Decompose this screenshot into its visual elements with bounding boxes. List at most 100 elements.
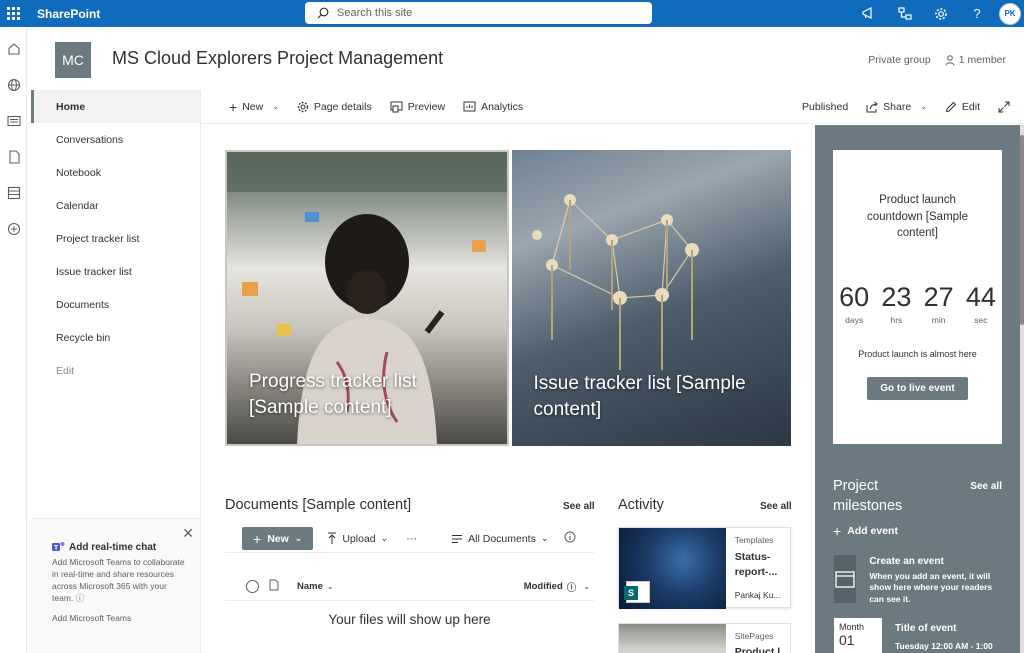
activity-title: Activity	[618, 497, 664, 513]
countdown-minutes: 27 min	[923, 282, 954, 326]
plus-icon: +	[833, 523, 842, 539]
chevron-down-icon: ⌄	[583, 582, 590, 591]
pencil-icon	[945, 101, 957, 112]
nav-item-calendar[interactable]: Calendar	[31, 189, 200, 222]
brand-link[interactable]: SharePoint	[37, 7, 100, 21]
network-icon[interactable]	[887, 0, 923, 27]
analytics-button[interactable]: Analytics	[454, 101, 532, 113]
site-meta: Private group 1 member	[868, 54, 1006, 66]
activity-author: Pankaj Ku...	[734, 590, 781, 601]
scroll-thumb[interactable]	[1020, 135, 1024, 325]
upload-icon	[328, 532, 337, 544]
teams-chat-card: ✕ T Add real-time chat Add Microsoft Tea…	[31, 518, 200, 653]
gear-icon[interactable]	[923, 0, 959, 27]
event-time: Tuesday 12:00 AM - 1:00	[895, 641, 993, 651]
nav-item-issue-tracker[interactable]: Issue tracker list	[31, 255, 200, 288]
gear-icon	[297, 101, 309, 112]
column-modified[interactable]: Modified ⓘ ⌄	[524, 580, 590, 594]
help-icon[interactable]: ?	[959, 0, 995, 27]
share-button[interactable]: Share ⌄	[857, 101, 936, 113]
user-avatar[interactable]: PK	[999, 2, 1021, 25]
calendar-icon	[834, 555, 857, 603]
more-options-button[interactable]: ···	[406, 533, 417, 545]
info-icon[interactable]: ⓘ	[76, 593, 85, 603]
nav-item-home[interactable]: Home	[31, 90, 200, 123]
new-menu-button[interactable]: + New ⌄	[201, 99, 288, 115]
megaphone-icon[interactable]	[851, 0, 887, 27]
column-name[interactable]: Name ⌄	[297, 581, 334, 592]
nav-item-project-tracker[interactable]: Project tracker list	[31, 222, 200, 255]
chat-card-body: Add Microsoft Teams to collaborate in re…	[52, 557, 185, 603]
milestones-title: Project milestones	[833, 478, 903, 515]
page-scrollbar[interactable]	[1020, 125, 1024, 653]
status-label: Published	[802, 100, 849, 113]
sharepoint-file-icon: S	[624, 581, 650, 603]
activity-name: Status-report-...	[734, 551, 778, 579]
hero-tile-issue[interactable]: Issue tracker list [Sample content]	[511, 150, 791, 446]
add-teams-link[interactable]: Add Microsoft Teams	[52, 613, 190, 623]
chevron-down-icon: ⌄	[540, 533, 549, 543]
hero-tile-title: Issue tracker list [Sample content]	[533, 372, 746, 421]
share-icon	[866, 101, 878, 112]
close-icon[interactable]: ✕	[182, 525, 194, 542]
live-event-button[interactable]: Go to live event	[867, 377, 968, 401]
documents-see-all-link[interactable]: See all	[563, 501, 595, 512]
expand-icon[interactable]	[989, 101, 1024, 113]
new-document-button[interactable]: + New ⌄	[242, 527, 314, 550]
add-event-button[interactable]: + Add event	[833, 523, 898, 539]
upload-button[interactable]: Upload ⌄	[327, 532, 388, 545]
site-title[interactable]: MS Cloud Explorers Project Management	[112, 48, 443, 69]
globe-icon[interactable]	[0, 67, 27, 103]
documents-toolbar: + New ⌄ Upload ⌄ ··· All Documents ⌄	[225, 525, 594, 553]
page-details-button[interactable]: Page details	[288, 101, 381, 113]
add-circle-icon[interactable]	[0, 211, 27, 247]
countdown-seconds: 44 sec	[965, 282, 996, 326]
preview-icon	[390, 101, 403, 112]
nav-edit-link[interactable]: Edit	[31, 354, 200, 387]
activity-thumbnail	[619, 624, 726, 653]
search-box[interactable]: Search this site	[305, 2, 652, 24]
documents-header-row: Name ⌄ Modified ⓘ ⌄	[225, 573, 594, 601]
left-nav: Home Conversations Notebook Calendar Pro…	[31, 90, 201, 653]
site-logo[interactable]: MC	[55, 42, 91, 78]
nav-item-notebook[interactable]: Notebook	[31, 156, 200, 189]
nav-item-conversations[interactable]: Conversations	[31, 123, 200, 156]
countdown-hours: 23 hrs	[881, 282, 912, 326]
chevron-down-icon: ⌄	[920, 102, 927, 111]
event-item[interactable]: Month 01 Title of event Tuesday 12:00 AM…	[834, 618, 1009, 653]
app-launcher-icon[interactable]	[0, 0, 27, 27]
nav-item-documents[interactable]: Documents	[31, 288, 200, 321]
activity-card[interactable]: SitePages Product l...	[618, 623, 791, 653]
home-icon[interactable]	[0, 31, 27, 67]
news-icon[interactable]	[0, 103, 27, 139]
activity-thumbnail: S	[619, 528, 726, 609]
app-rail	[0, 27, 27, 653]
search-placeholder: Search this site	[337, 7, 413, 19]
members-count: 1 member	[958, 54, 1006, 66]
preview-button[interactable]: Preview	[381, 101, 454, 113]
list-icon[interactable]	[0, 175, 27, 211]
documents-title[interactable]: Documents [Sample content]	[225, 497, 411, 513]
select-all-checkbox[interactable]	[246, 580, 259, 593]
documents-empty-message: Your files will show up here	[328, 612, 491, 627]
activity-card[interactable]: S Templates Status-report-... Pankaj Ku.…	[618, 527, 791, 609]
chevron-down-icon: ⌄	[326, 582, 334, 591]
activity-see-all-link[interactable]: See all	[760, 501, 792, 512]
create-event-placeholder: Create an event When you add an event, i…	[834, 555, 1004, 605]
list-view-icon	[452, 534, 463, 543]
countdown-title: Product launch countdown [Sample content…	[866, 194, 968, 240]
file-icon[interactable]	[0, 139, 27, 175]
nav-item-recycle-bin[interactable]: Recycle bin	[31, 321, 200, 354]
milestones-see-all-link[interactable]: See all	[970, 481, 1002, 492]
teams-icon: T	[52, 542, 65, 552]
hero-tile-progress[interactable]: Progress tracker list [Sample content]	[225, 150, 509, 446]
command-bar: + New ⌄ Page details Preview Analytics P…	[201, 90, 1024, 124]
view-selector[interactable]: All Documents ⌄	[451, 533, 548, 545]
activity-name: Product l...	[734, 646, 789, 653]
members-button[interactable]: 1 member	[945, 54, 1006, 66]
info-icon[interactable]	[564, 531, 576, 546]
privacy-label: Private group	[868, 54, 931, 66]
event-title: Title of event	[895, 623, 957, 634]
chevron-down-icon: ⌄	[294, 533, 303, 543]
edit-button[interactable]: Edit	[936, 101, 989, 113]
